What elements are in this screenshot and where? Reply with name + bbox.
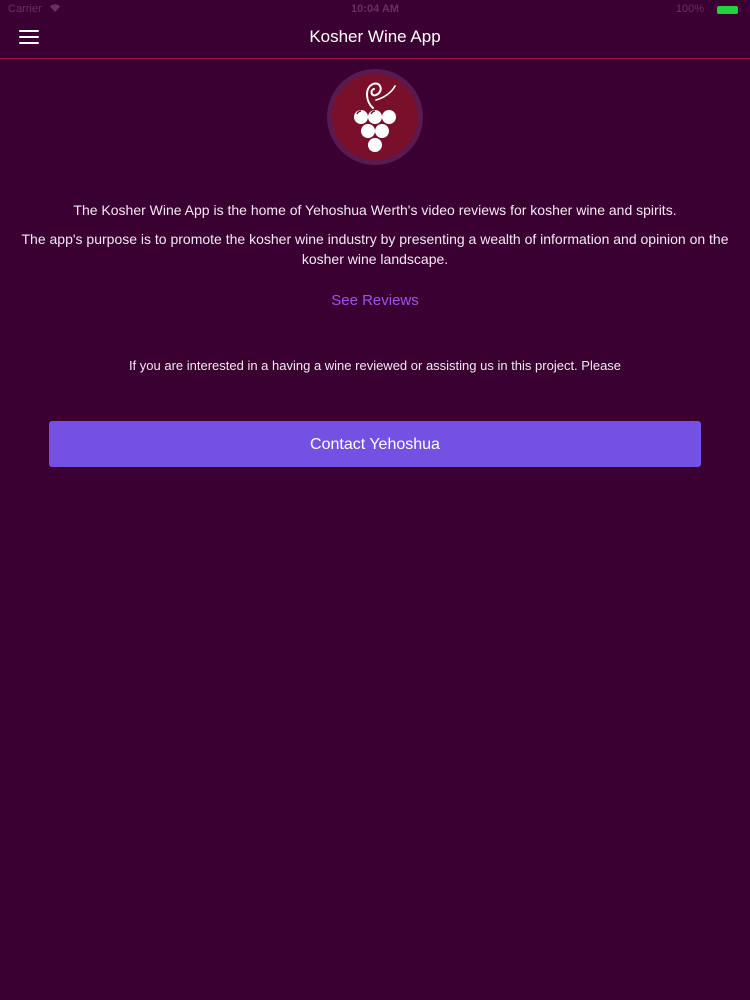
intro-text: The Kosher Wine App is the home of Yehos… xyxy=(20,200,730,278)
contact-button[interactable]: Contact Yehoshua xyxy=(49,421,701,467)
intro-paragraph-1: The Kosher Wine App is the home of Yehos… xyxy=(73,202,677,218)
status-bar: Carrier 10:04 AM 100% xyxy=(0,0,750,20)
page-title: Kosher Wine App xyxy=(309,27,441,46)
see-reviews-link[interactable]: See Reviews xyxy=(0,292,750,309)
interest-text: If you are interested in a having a wine… xyxy=(128,358,622,373)
status-time: 10:04 AM xyxy=(351,3,399,15)
navigation-bar: Kosher Wine App xyxy=(0,20,750,59)
battery-icon xyxy=(717,6,741,14)
battery-percentage: 100% xyxy=(675,3,704,15)
intro-paragraph-2: The app's purpose is to promote the kosh… xyxy=(21,231,729,267)
grape-cluster-icon xyxy=(326,68,424,166)
